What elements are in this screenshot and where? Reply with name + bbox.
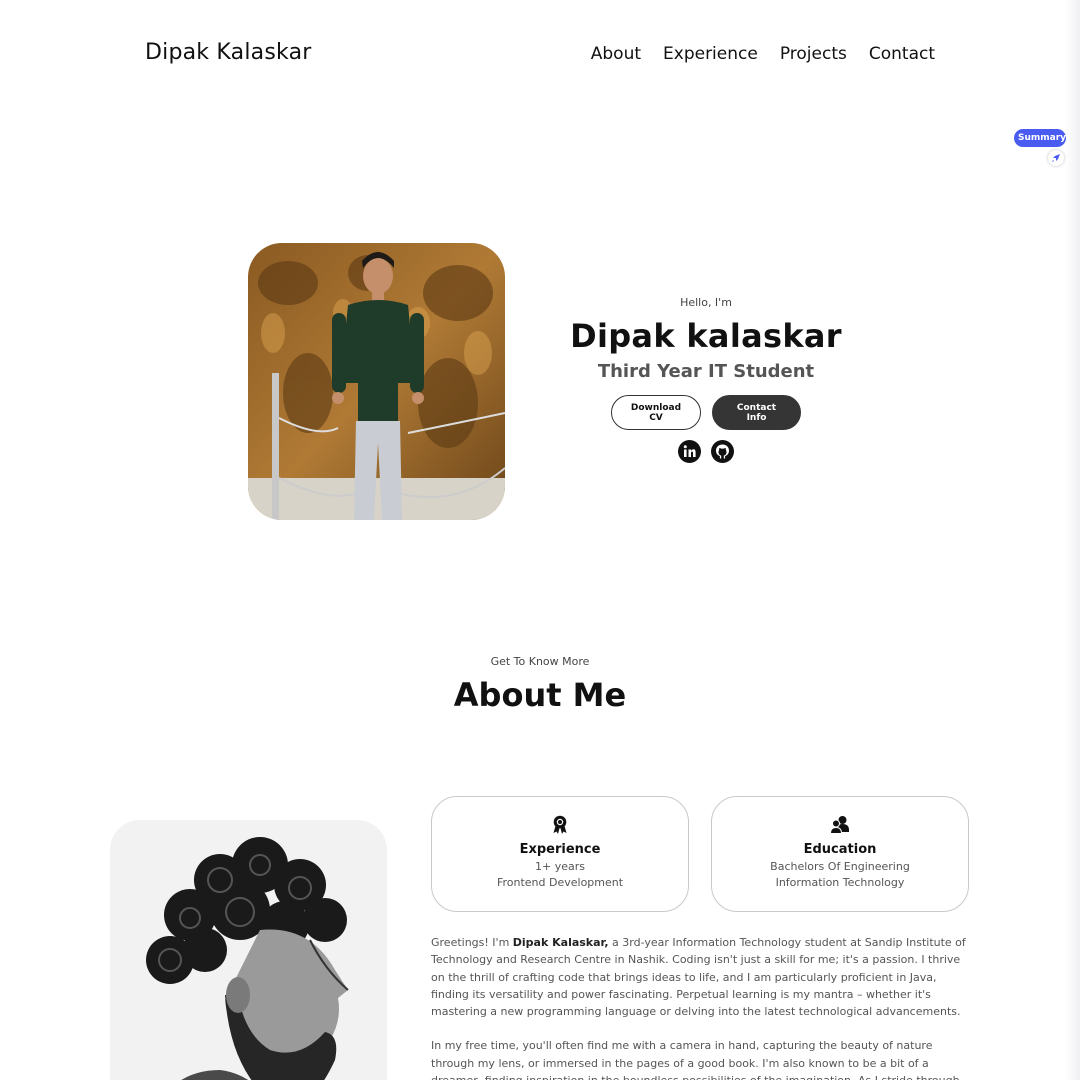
education-card-line: Bachelors Of Engineering — [770, 860, 910, 873]
about-paragraph-name: Dipak Kalaskar, — [512, 936, 609, 949]
nav-link-projects[interactable]: Projects — [780, 44, 847, 64]
education-card-line: Information Technology — [775, 876, 905, 889]
contact-info-button[interactable]: Contact Info — [712, 395, 801, 430]
education-card: Education Bachelors Of Engineering Infor… — [711, 796, 969, 912]
hero-buttons: Download CV Contact Info — [560, 395, 852, 430]
page-edge-shadow — [1066, 0, 1080, 1080]
nav-link-about[interactable]: About — [591, 44, 641, 64]
users-icon — [712, 815, 968, 837]
download-cv-button[interactable]: Download CV — [611, 395, 701, 430]
about-paragraph: Greetings! I'm Dipak Kalaskar, a 3rd-yea… — [431, 934, 971, 1020]
experience-card-line: 1+ years — [535, 860, 585, 873]
linkedin-icon[interactable] — [678, 440, 701, 463]
rocket-icon[interactable] — [1048, 150, 1064, 166]
hero-intro: Hello, I'm Dipak kalaskar Third Year IT … — [560, 296, 852, 463]
site-logo[interactable]: Dipak Kalaskar — [145, 40, 312, 65]
summary-widget: Summary — [1014, 129, 1066, 166]
experience-card-line: Frontend Development — [496, 876, 624, 889]
profile-photo — [248, 243, 505, 520]
about-paragraph: In my free time, you'll often find me wi… — [431, 1039, 960, 1080]
hero-name: Dipak kalaskar — [570, 317, 842, 355]
about-heading: Get To Know More About Me — [0, 655, 1080, 714]
hero-role: Third Year IT Student — [597, 361, 815, 382]
nav-link-experience[interactable]: Experience — [663, 44, 758, 64]
about-description: Greetings! I'm Dipak Kalaskar, a 3rd-yea… — [431, 934, 971, 1080]
education-card-title: Education — [803, 842, 877, 857]
hero-greeting: Hello, I'm — [680, 296, 732, 309]
about-photo — [110, 820, 387, 1080]
award-icon — [432, 815, 688, 837]
top-nav: Dipak Kalaskar About Experience Projects… — [0, 0, 1080, 110]
summary-button[interactable]: Summary — [1014, 129, 1066, 147]
nav-links: About Experience Projects Contact — [591, 44, 935, 64]
github-icon[interactable] — [711, 440, 734, 463]
experience-card: Experience 1+ years Frontend Development — [431, 796, 689, 912]
social-links — [560, 440, 852, 463]
experience-card-title: Experience — [519, 842, 601, 857]
about-paragraph-prefix: Greetings! I'm — [431, 936, 513, 949]
about-subtitle: Get To Know More — [490, 655, 590, 668]
about-title: About Me — [453, 676, 627, 714]
nav-link-contact[interactable]: Contact — [869, 44, 935, 64]
